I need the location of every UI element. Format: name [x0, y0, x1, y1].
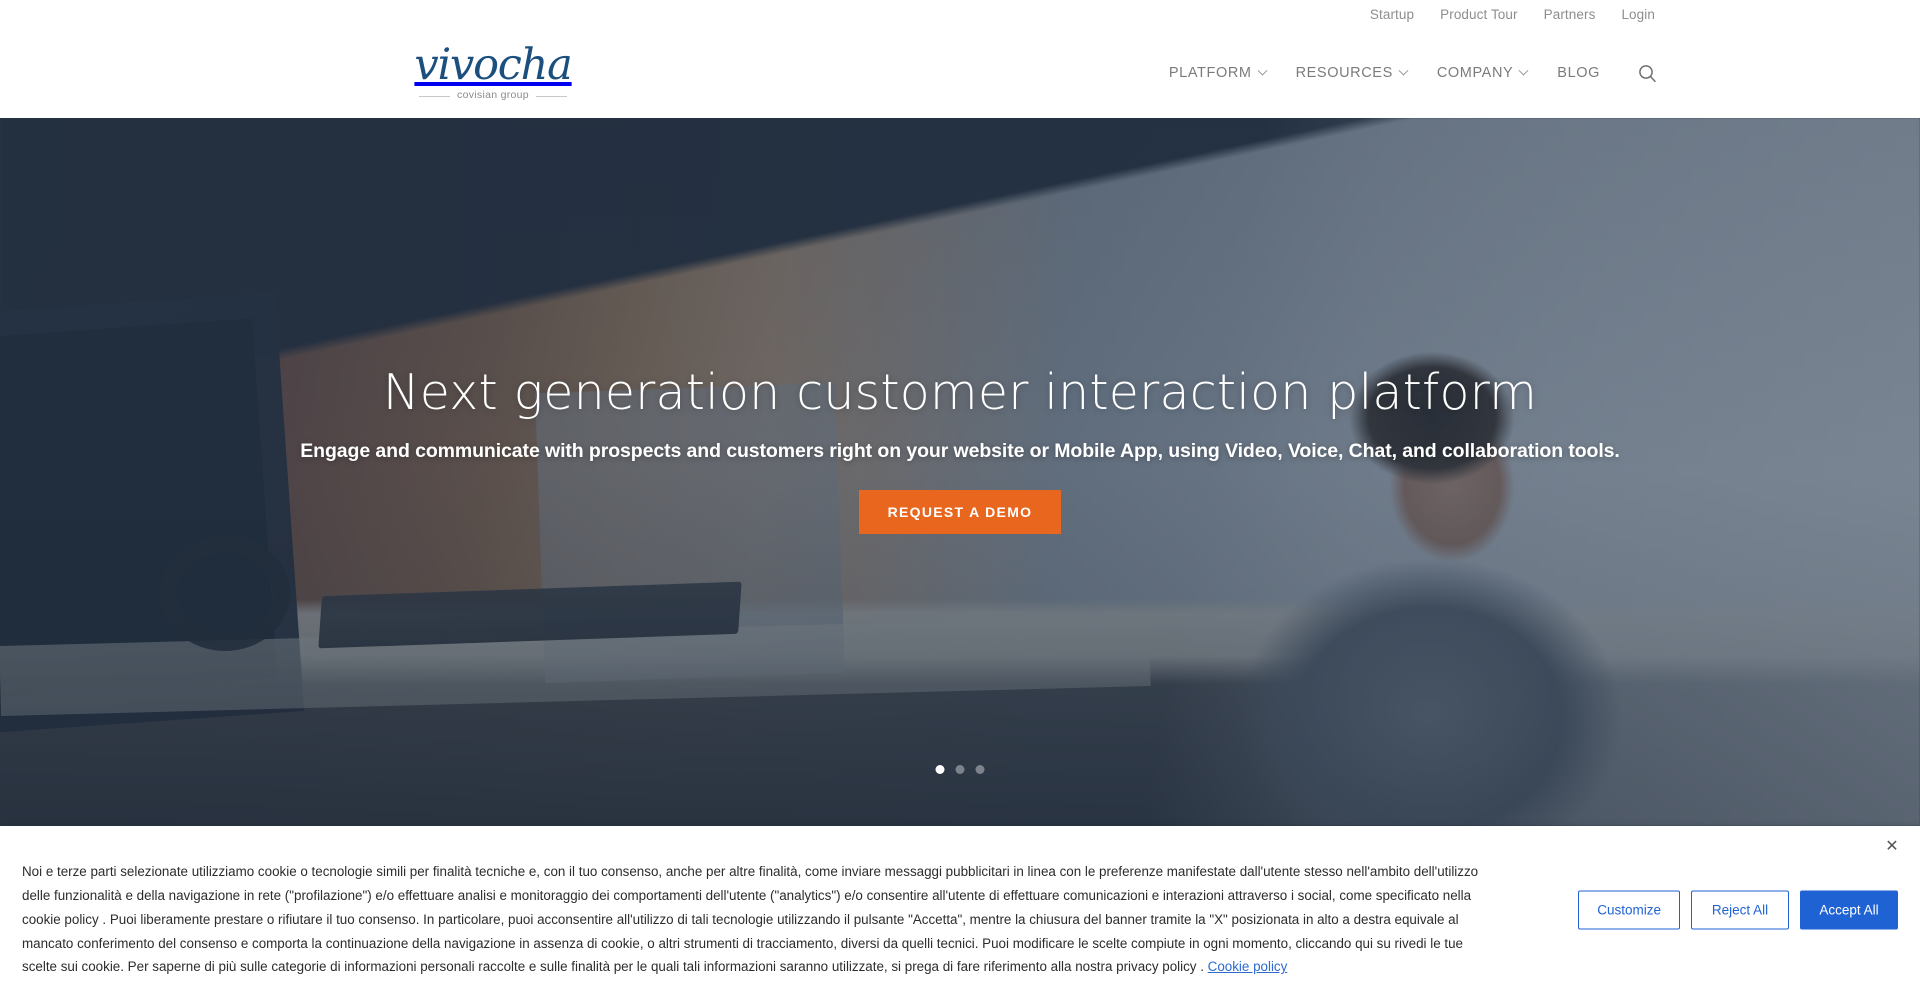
hero-title: Next generation customer interaction pla… — [382, 363, 1538, 421]
reject-all-button[interactable]: Reject All — [1691, 890, 1789, 929]
cookie-banner-text: Noi e terze parti selezionate utilizziam… — [22, 860, 1492, 979]
chevron-down-icon — [1257, 65, 1268, 76]
nav-item-company[interactable]: COMPANY — [1436, 65, 1529, 81]
nav-item-blog[interactable]: BLOG — [1557, 65, 1600, 81]
nav-item-resources[interactable]: RESOURCES — [1295, 65, 1409, 81]
cookie-banner-body: Noi e terze parti selezionate utilizziam… — [22, 864, 1479, 975]
site-logo[interactable]: vivocha covisian group — [414, 34, 573, 106]
nav-item-platform[interactable]: PLATFORM — [1168, 65, 1268, 81]
cookie-policy-link[interactable]: Cookie policy — [1208, 959, 1288, 974]
topbar-link-startup[interactable]: Startup — [1370, 7, 1414, 22]
top-utility-bar: Startup Product Tour Partners Login — [0, 0, 1920, 28]
nav-label-blog: BLOG — [1557, 65, 1600, 81]
logo-divider: covisian group — [419, 88, 567, 101]
topbar-link-product-tour[interactable]: Product Tour — [1440, 7, 1518, 22]
topbar-link-partners[interactable]: Partners — [1544, 7, 1596, 22]
slider-dot-2[interactable] — [955, 765, 965, 774]
chevron-down-icon — [1398, 65, 1409, 76]
nav-label-company: COMPANY — [1436, 65, 1514, 81]
slider-dot-3[interactable] — [975, 765, 985, 774]
cookie-banner-actions: Customize Reject All Accept All — [1578, 890, 1898, 929]
request-demo-button[interactable]: REQUEST A DEMO — [858, 490, 1062, 535]
hero-slider: Next generation customer interaction pla… — [0, 118, 1920, 826]
topbar-link-login[interactable]: Login — [1621, 7, 1655, 22]
hero-slider-dots — [935, 765, 985, 774]
chevron-down-icon — [1518, 65, 1529, 76]
site-header: vivocha covisian group PLATFORM RESOURCE… — [0, 28, 1920, 118]
hero-subtitle: Engage and communicate with prospects an… — [300, 440, 1620, 463]
logo-wordmark: vivocha — [414, 39, 572, 90]
nav-label-resources: RESOURCES — [1295, 65, 1393, 81]
search-icon[interactable] — [1636, 62, 1658, 84]
customize-button[interactable]: Customize — [1578, 890, 1680, 929]
slider-dot-1[interactable] — [935, 765, 945, 774]
cookie-consent-banner: ✕ Noi e terze parti selezionate utilizzi… — [0, 826, 1920, 993]
hero-content: Next generation customer interaction pla… — [0, 118, 1920, 826]
main-navigation: PLATFORM RESOURCES COMPANY BLOG — [1169, 62, 1658, 84]
logo-tagline: covisian group — [450, 88, 536, 101]
accept-all-button[interactable]: Accept All — [1800, 890, 1898, 929]
nav-label-platform: PLATFORM — [1168, 65, 1252, 81]
page-root: Startup Product Tour Partners Login vivo… — [0, 0, 1920, 993]
close-icon[interactable]: ✕ — [1881, 836, 1903, 858]
